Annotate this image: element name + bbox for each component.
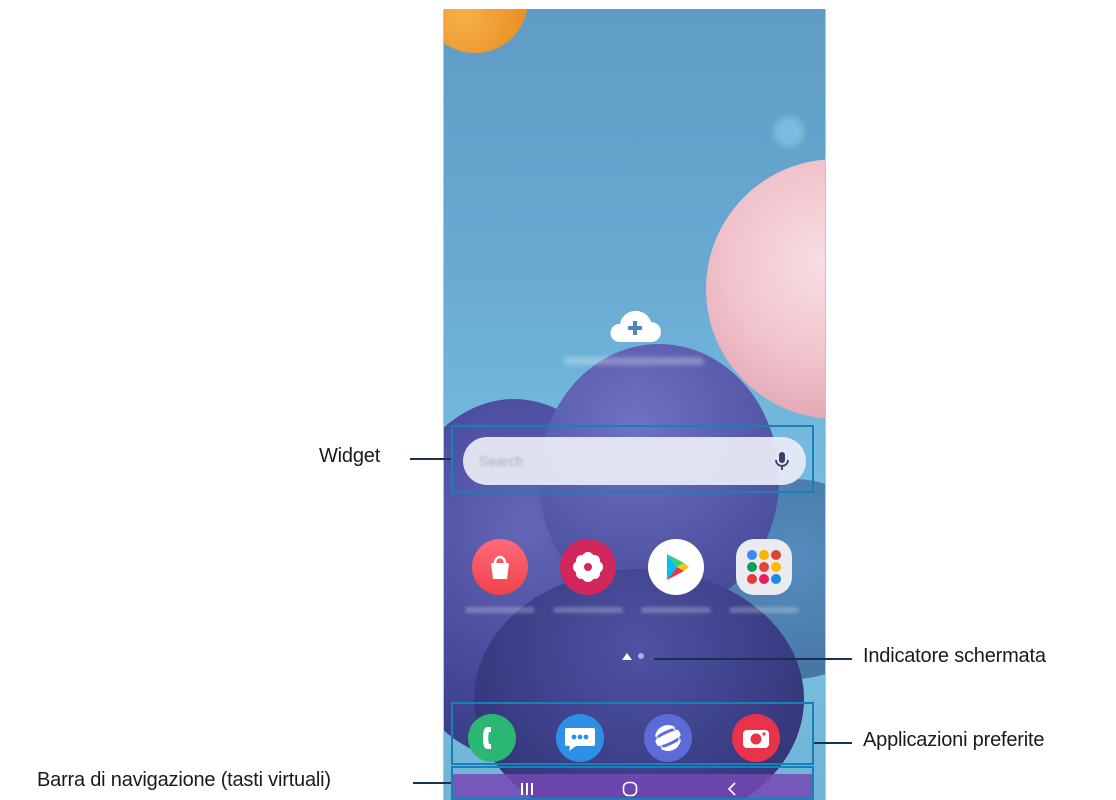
app-label (553, 607, 623, 613)
favorite-apps-callout-line (814, 742, 852, 744)
app-label (465, 607, 535, 613)
navigation-bar-callout-label: Barra di navigazione (tasti virtuali) (37, 769, 331, 791)
widget-highlight-box (451, 425, 814, 493)
page-indicator[interactable] (619, 650, 649, 662)
home-page-indicator-icon (622, 653, 632, 660)
cloud-caption (564, 357, 704, 365)
wallpaper-glow (774, 117, 804, 147)
google-folder-icon[interactable] (736, 539, 792, 595)
widget-callout-line (410, 458, 451, 460)
favorite-apps-highlight-box (451, 702, 814, 765)
phone-home-screen: Search (443, 9, 826, 800)
cloud-add-icon[interactable] (607, 310, 663, 344)
gallery-icon[interactable] (560, 539, 616, 595)
page-dot (638, 653, 644, 659)
galaxy-store-icon[interactable] (472, 539, 528, 595)
favorite-apps-callout-label: Applicazioni preferite (863, 729, 1045, 751)
navigation-bar-callout-line (413, 782, 451, 784)
app-label (729, 607, 799, 613)
widget-callout-label: Widget (319, 445, 381, 467)
app-label (641, 607, 711, 613)
screen-indicator-callout-line (654, 658, 852, 660)
navigation-bar-highlight-box (451, 766, 814, 800)
wallpaper-sun (444, 9, 528, 53)
play-store-icon[interactable] (648, 539, 704, 595)
screen-indicator-callout-label: Indicatore schermata (863, 645, 1046, 667)
